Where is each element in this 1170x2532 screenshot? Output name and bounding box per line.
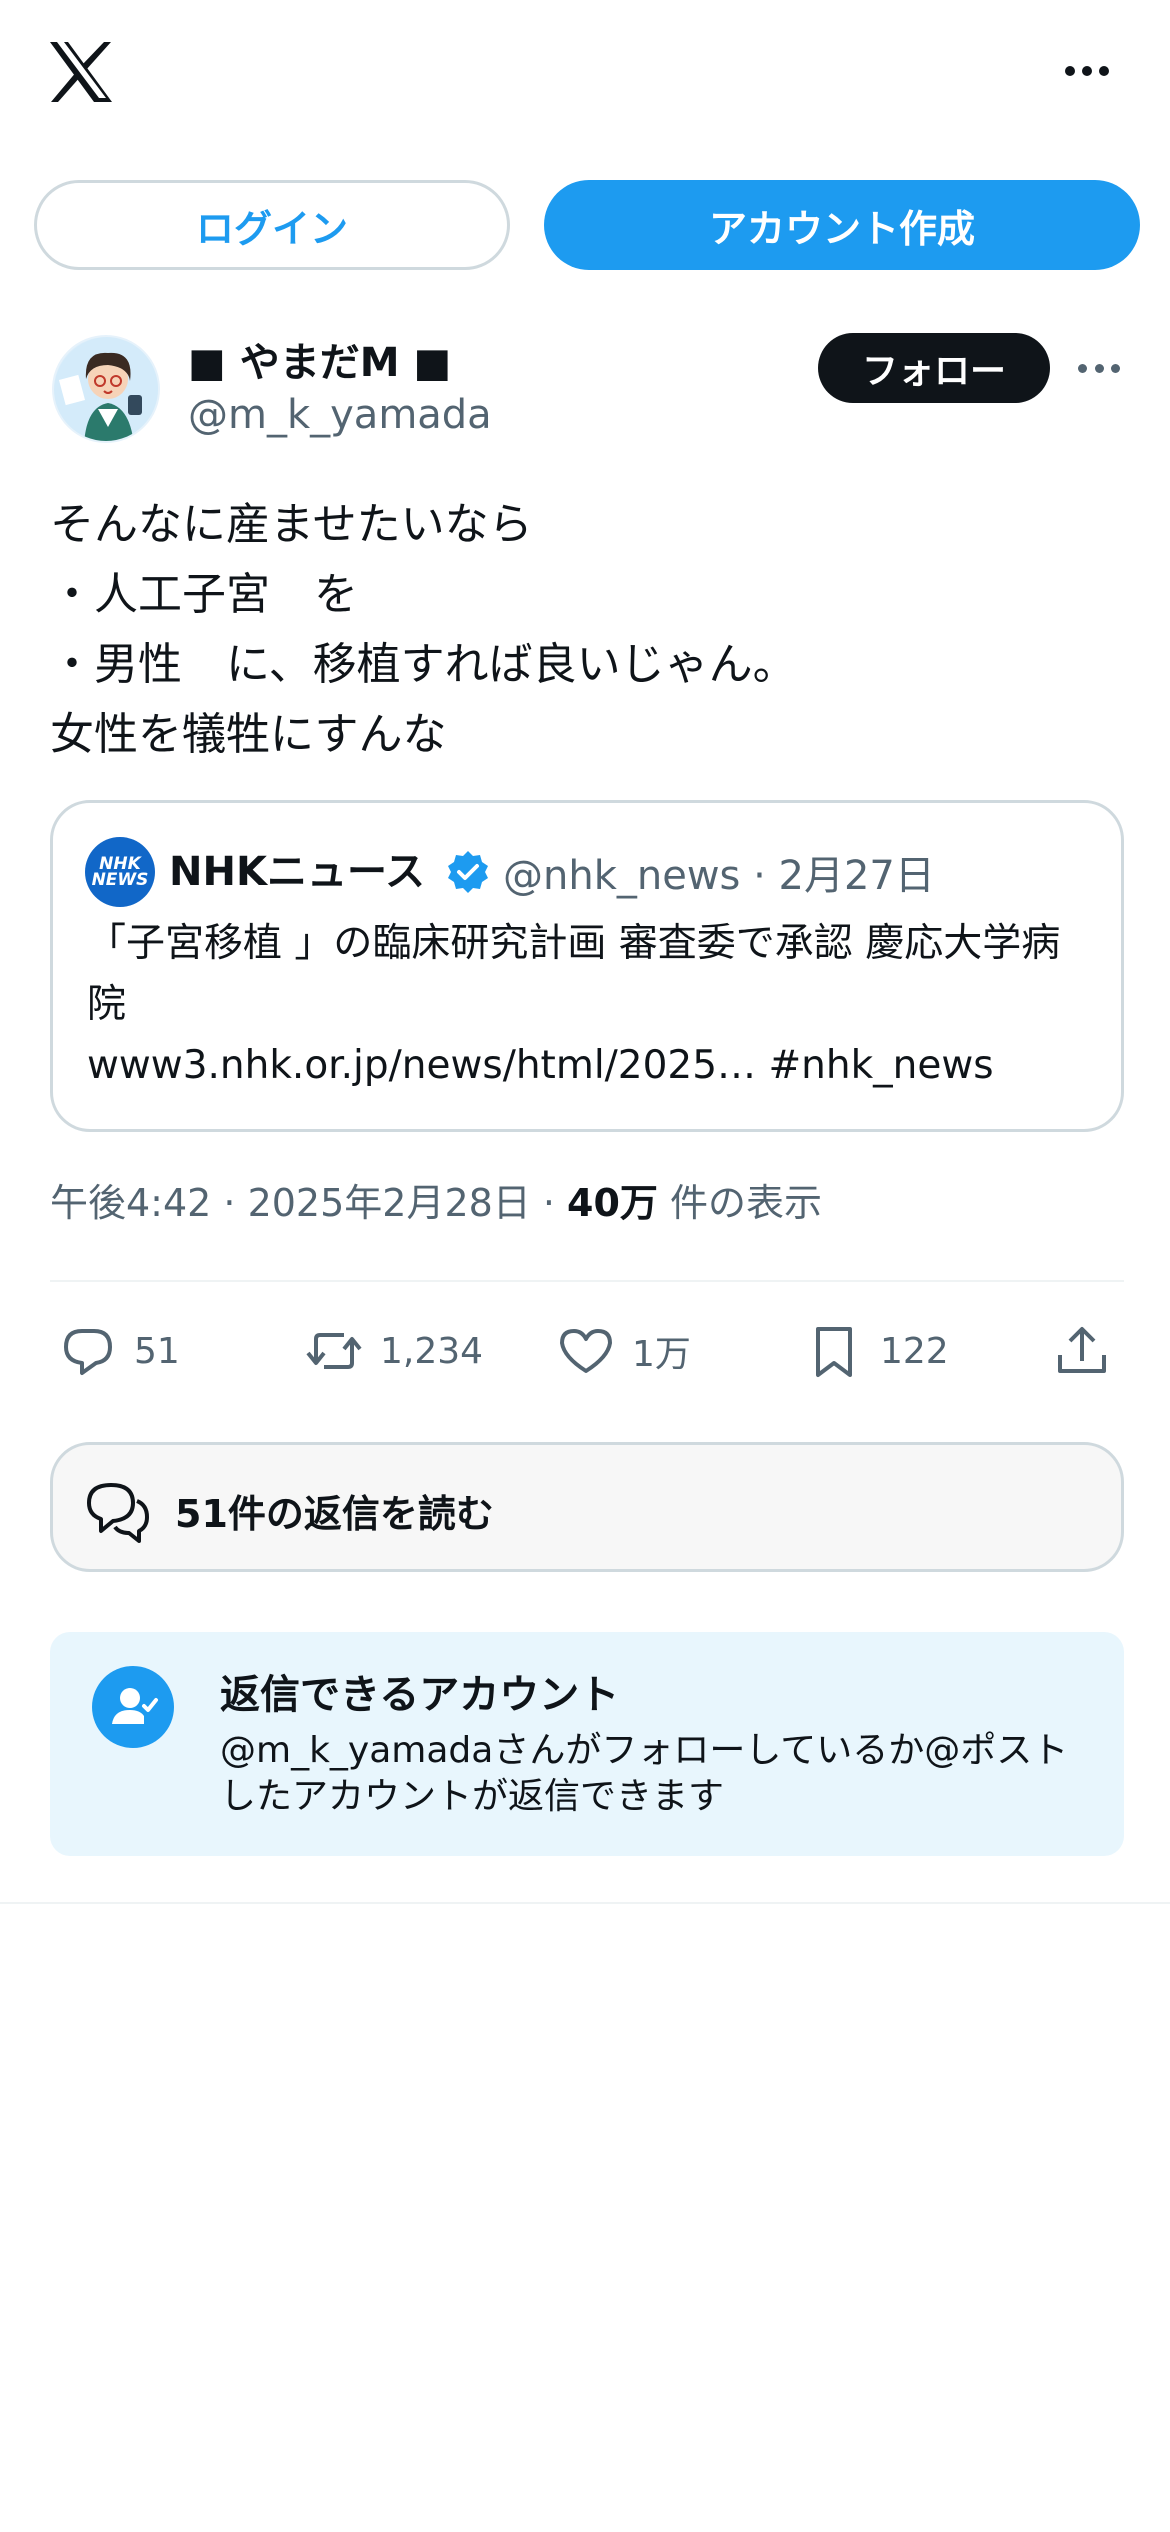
- chat-bubbles-icon: [87, 1483, 149, 1543]
- user-check-icon: [92, 1666, 174, 1748]
- heart-icon: [560, 1329, 612, 1373]
- x-logo-icon[interactable]: [48, 40, 114, 104]
- share-icon: [1058, 1327, 1106, 1373]
- reply-restriction-description: @m_k_yamadaさんがフォローしているか@ポストしたアカウントが返信できま…: [220, 1730, 1069, 1817]
- nhk-logo-icon: NHK NEWS: [85, 837, 155, 907]
- like-button[interactable]: 1万: [556, 1320, 691, 1382]
- post-text-line: ・人工子宮 を: [50, 569, 358, 620]
- more-icon[interactable]: [1062, 56, 1112, 86]
- quoted-author-name: NHKニュース: [169, 849, 425, 895]
- follow-button[interactable]: フォロー: [818, 333, 1050, 403]
- top-bar: [0, 0, 1170, 150]
- post-page: ログイン アカウント作成 ■ やまだM ■ @m_k_yamada フォロー そ…: [0, 0, 1170, 2532]
- login-button[interactable]: ログイン: [34, 180, 510, 270]
- author-handle[interactable]: @m_k_yamada: [188, 392, 492, 438]
- repost-count: 1,234: [380, 1330, 484, 1372]
- view-label: 件の表示: [657, 1181, 823, 1225]
- bookmark-button[interactable]: 122: [804, 1320, 949, 1382]
- reply-button[interactable]: 51: [58, 1320, 180, 1382]
- reply-restriction-title: 返信できるアカウント: [220, 1672, 620, 1718]
- reply-icon: [64, 1329, 112, 1375]
- post-text: そんなに産ませたいなら ・人工子宮 を ・男性 に、移植すれば良いじゃん。 女性…: [50, 490, 1130, 770]
- quoted-post[interactable]: NHK NEWS NHKニュース @nhk_news · 2月27日 「子宮移植…: [50, 800, 1124, 1132]
- quoted-headline: 「子宮移植 」の臨床研究計画 審査委で承認 慶応大学病院: [87, 921, 1061, 1027]
- post-text-line: そんなに産ませたいなら: [50, 499, 533, 550]
- post-time[interactable]: 午後4:42 · 2025年2月28日 ·: [50, 1181, 567, 1225]
- post-more-icon[interactable]: [1078, 360, 1120, 376]
- reply-count: 51: [134, 1330, 180, 1372]
- verified-badge-icon: [448, 851, 488, 893]
- repost-icon: [306, 1333, 362, 1369]
- reply-restriction-notice: 返信できるアカウント @m_k_yamadaさんがフォローしているか@ポストした…: [50, 1632, 1124, 1856]
- quoted-handle-date: @nhk_news · 2月27日: [503, 853, 935, 899]
- view-count: 40万: [567, 1181, 658, 1225]
- share-button[interactable]: [1052, 1320, 1112, 1382]
- repost-button[interactable]: 1,234: [304, 1320, 483, 1382]
- read-replies-button[interactable]: 51件の返信を読む: [50, 1442, 1124, 1572]
- read-replies-label: 51件の返信を読む: [175, 1492, 494, 1536]
- post-text-line: 女性を犠牲にすんな: [50, 709, 447, 760]
- create-account-button[interactable]: アカウント作成: [544, 180, 1140, 270]
- avatar[interactable]: [52, 335, 160, 443]
- quoted-link: www3.nhk.or.jp/news/html/2025… #nhk_news: [87, 1043, 994, 1088]
- post-text-line: ・男性 に、移植すれば良いじゃん。: [50, 639, 797, 690]
- author-name[interactable]: ■ やまだM ■: [188, 330, 451, 388]
- divider: [50, 1280, 1124, 1282]
- post-timestamp: 午後4:42 · 2025年2月28日 · 40万 件の表示: [50, 1172, 822, 1227]
- bookmark-icon: [816, 1327, 852, 1377]
- quoted-text: 「子宮移植 」の臨床研究計画 審査委で承認 慶応大学病院 www3.nhk.or…: [87, 913, 1087, 1096]
- like-count: 1万: [632, 1334, 691, 1375]
- bookmark-count: 122: [880, 1330, 949, 1372]
- divider: [0, 1902, 1170, 1904]
